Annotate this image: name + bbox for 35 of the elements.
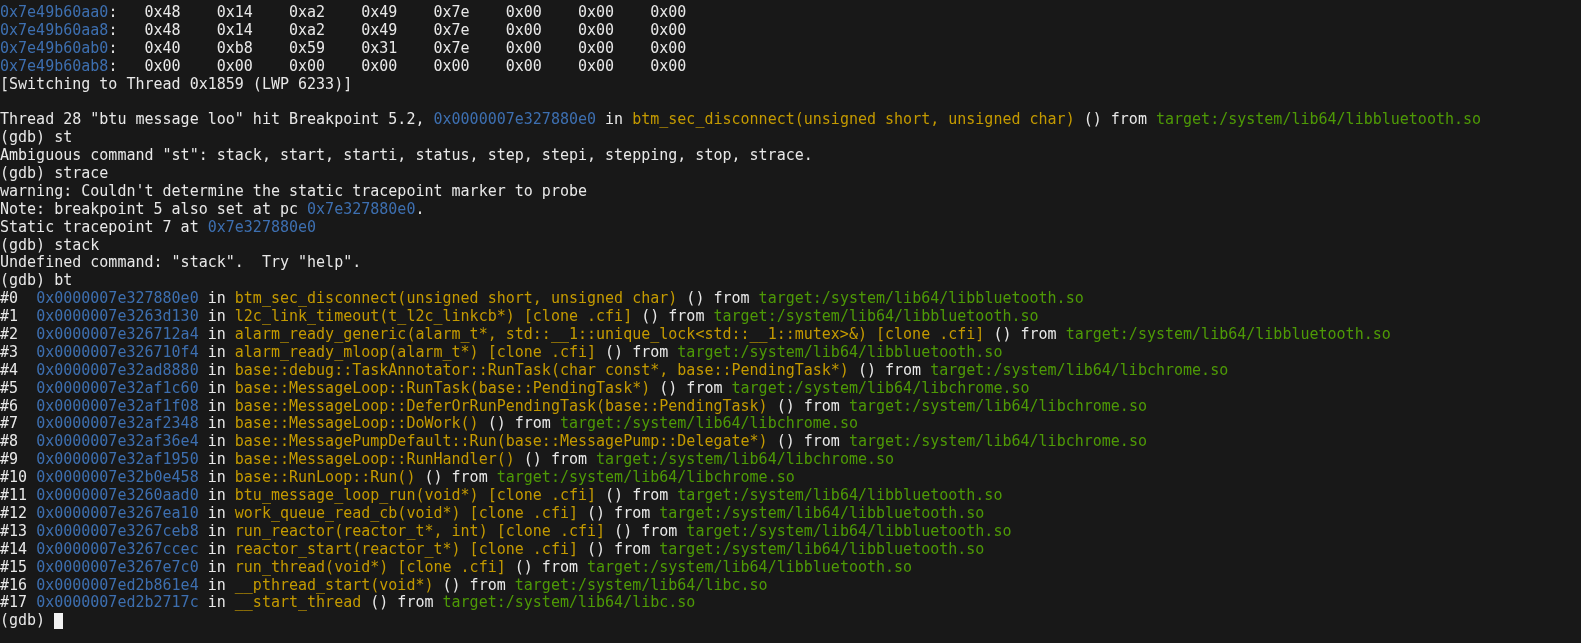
output-line: warning: Couldn't determine the static tracepoint marker to probe (0, 181, 587, 200)
memory-row: 0x7e49b60ab8: 0x00 0x00 0x00 0x00 0x00 0x00 0x00 0x00 (0, 56, 687, 75)
text-cursor (54, 613, 64, 630)
stack-frame-line: #13 0x0000007e3267ceb8 in run_reactor(reactor_t*, int) [clone .cfi] () from target:/system/lib64/libbluetooth.so (0, 521, 1012, 540)
prompt-text: (gdb) (0, 612, 46, 631)
stack-frame-line: #9 0x0000007e32af1950 in base::MessageLoop::RunHandler() () from target:/system/lib64/libchrome.so (0, 450, 895, 469)
stack-frame-line: #12 0x0000007e3267ea10 in work_queue_read_cb(void*) [clone .cfi] () from target:/system/lib64/libbluetooth.so (0, 503, 985, 522)
stack-frame-line: #3 0x0000007e326710f4 in alarm_ready_mloop(alarm_t*) [clone .cfi] () from target:/system/lib64/libbluetooth.so (0, 342, 1003, 361)
output-line: [Switching to Thread 0x1859 (LWP 6233)] (0, 74, 353, 93)
output-line: Thread 28 "btu message loo" hit Breakpoint 5.2, 0x0000007e327880e0 in btm_sec_disconnect(unsigned short, unsigned char) () from target:/system/lib64/libbluetooth.so (0, 110, 1482, 129)
output-line: Undefined command: "stack". Try "help". (0, 253, 362, 272)
stack-frame-line: #5 0x0000007e32af1c60 in base::MessageLoop::RunTask(base::PendingTask*) () from target:/system/lib64/libchrome.so (0, 378, 1030, 397)
stack-frame-line: #17 0x0000007ed2b2717c in __start_thread () from target:/system/lib64/libc.so (0, 593, 696, 612)
stack-frame-line: #2 0x0000007e326712a4 in alarm_ready_generic(alarm_t*, std::__1::unique_lock<std::__1::mutex>&) [clone .cfi] () from target:/system/lib64/libbluetooth.so (0, 325, 1391, 344)
stack-frame-line: #11 0x0000007e3260aad0 in btu_message_loop_run(void*) [clone .cfi] () from target:/system/lib64/libbluetooth.so (0, 486, 1003, 505)
memory-row: 0x7e49b60aa0: 0x48 0x14 0xa2 0x49 0x7e 0x00 0x00 0x00 (0, 3, 687, 21)
memory-row: 0x7e49b60ab0: 0x40 0xb8 0x59 0x31 0x7e 0x00 0x00 0x00 (0, 38, 687, 57)
command-line: (gdb) stack (0, 235, 100, 254)
stack-frame-line: #16 0x0000007ed2b861e4 in __pthread_start(void*) () from target:/system/lib64/libc.so (0, 575, 768, 594)
command-line: (gdb) bt (0, 271, 73, 290)
stack-frame-line: #14 0x0000007e3267ccec in reactor_start(reactor_t*) [clone .cfi] () from target:/system/lib64/libbluetooth.so (0, 539, 985, 558)
stack-frame-line: #8 0x0000007e32af36e4 in base::MessagePumpDefault::Run(base::MessagePump::Delegate*) () from target:/system/lib64/libchrome.so (0, 432, 1147, 451)
memory-row: 0x7e49b60aa8: 0x48 0x14 0xa2 0x49 0x7e 0x00 0x00 0x00 (0, 20, 687, 39)
output-line: Static tracepoint 7 at 0x7e327880e0 (0, 217, 317, 236)
output-line: Ambiguous command "st": stack, start, starti, status, step, stepi, stepping, stop, strace. (0, 146, 813, 165)
stack-frame-line: #15 0x0000007e3267e7c0 in run_thread(void*) [clone .cfi] () from target:/system/lib64/libbluetooth.so (0, 557, 913, 576)
stack-frame-line: #1 0x0000007e3263d130 in l2c_link_timeout(t_l2c_linkcb*) [clone .cfi] () from target:/system/lib64/libbluetooth.so (0, 307, 1039, 326)
stack-frame-line: #0 0x0000007e327880e0 in btm_sec_disconnect(unsigned short, unsigned char) () from target:/system/lib64/libbluetooth.so (0, 289, 1084, 308)
stack-frame-line: #6 0x0000007e32af1f08 in base::MessageLoop::DeferOrRunPendingTask(base::PendingTask) () from target:/system/lib64/libchrome.so (0, 396, 1147, 415)
stack-frame-line: #10 0x0000007e32b0e458 in base::RunLoop::Run() () from target:/system/lib64/libchrome.so (0, 468, 795, 487)
output-line: Note: breakpoint 5 also set at pc 0x7e327880e0. (0, 199, 425, 218)
command-line: (gdb) strace (0, 164, 109, 182)
stack-frame-line: #7 0x0000007e32af2348 in base::MessageLoop::DoWork() () from target:/system/lib64/libchrome.so (0, 414, 858, 433)
stack-frame-line: #4 0x0000007e32ad8880 in base::debug::TaskAnnotator::RunTask(char const*, base::PendingTask*) () from target:/system/lib64/libchrome.so (0, 360, 1229, 379)
command-line: (gdb) st (0, 128, 73, 147)
